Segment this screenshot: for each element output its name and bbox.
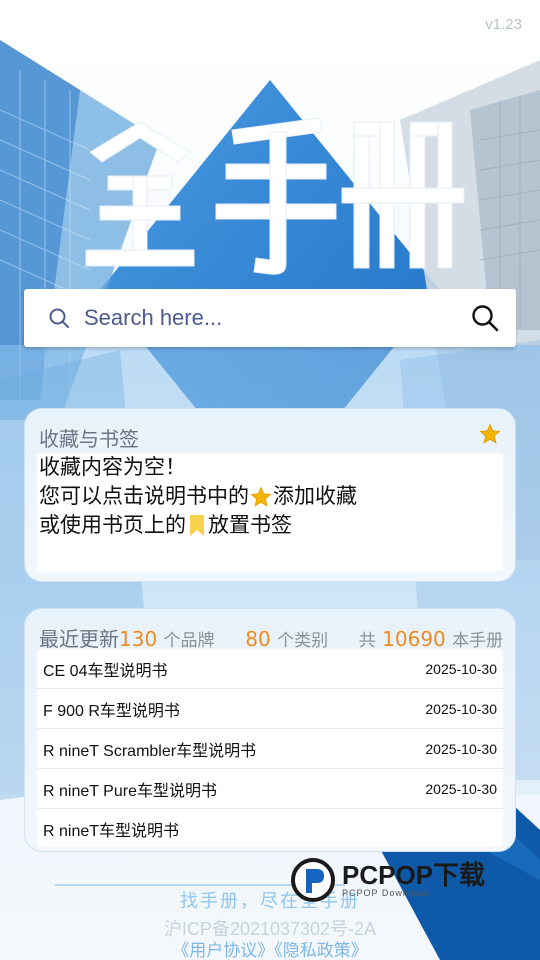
star-icon[interactable]: [479, 423, 501, 445]
favorites-line-3: 或使用书页上的 放置书签: [39, 511, 357, 540]
favorites-line-3-after: 放置书签: [208, 513, 292, 537]
manual-date: 2025-10-30: [425, 660, 497, 677]
star-icon: [250, 485, 272, 507]
search-bar[interactable]: Search here...: [24, 289, 516, 347]
favorites-line-1: 收藏内容为空！: [39, 455, 186, 479]
manual-count: 10690: [382, 627, 446, 651]
manual-name: R nineT车型说明书: [43, 823, 180, 840]
recent-updates-list: CE 04车型说明书 2025-10-30 F 900 R车型说明书 2025-…: [37, 649, 503, 847]
manual-name: F 900 R车型说明书: [43, 702, 180, 720]
manual-date: 2025-10-30: [425, 780, 497, 797]
manual-name: CE 04车型说明书: [43, 662, 168, 680]
search-icon: [49, 308, 69, 328]
list-item[interactable]: R nineT Scrambler车型说明书 2025-10-30: [37, 729, 503, 769]
favorites-title: 收藏与书签: [39, 427, 139, 451]
manual-name: R nineT Scrambler车型说明书: [43, 742, 257, 760]
search-button-icon[interactable]: [470, 303, 500, 333]
user-agreement-link[interactable]: 《用户协议》: [172, 941, 274, 960]
favorites-line-2-after: 添加收藏: [273, 484, 357, 508]
recent-updates-header: 最近更新130 个品牌 80 个类别 共 10690 本手册: [39, 623, 503, 652]
version-label: v1.23: [485, 16, 522, 33]
watermark: PCPOP下载 PCPOP Download: [290, 852, 530, 908]
privacy-policy-link[interactable]: 《隐私政策》: [274, 941, 368, 960]
manual-name: R nineT Pure车型说明书: [43, 782, 217, 800]
list-item[interactable]: R nineT车型说明书: [37, 809, 503, 849]
list-item[interactable]: CE 04车型说明书 2025-10-30: [37, 649, 503, 689]
manual-unit: 本手册: [452, 631, 504, 651]
recent-updates-title: 最近更新: [39, 627, 119, 651]
brand-unit: 个品牌: [163, 631, 215, 651]
search-input[interactable]: Search here...: [84, 305, 470, 331]
total-prefix: 共: [358, 631, 376, 651]
watermark-logo-icon: [291, 858, 335, 902]
brand-count: 130: [119, 627, 158, 651]
bookmark-icon: [190, 514, 204, 536]
hero-title-logo: [85, 117, 465, 275]
list-item[interactable]: F 900 R车型说明书 2025-10-30: [37, 689, 503, 729]
favorites-card: 收藏与书签 收藏内容为空！ 您可以点击说明书中的 添加收藏 或使用书页上的 放置…: [24, 408, 516, 582]
manual-date: 2025-10-30: [425, 700, 497, 717]
category-unit: 个类别: [277, 631, 329, 651]
category-count: 80: [245, 627, 271, 651]
favorites-line-3-before: 或使用书页上的: [39, 513, 186, 537]
watermark-text: PCPOP下载: [342, 860, 486, 890]
favorites-line-2: 您可以点击说明书中的 添加收藏: [39, 482, 357, 511]
favorites-empty-message: 收藏内容为空！ 您可以点击说明书中的 添加收藏 或使用书页上的 放置书签: [39, 453, 357, 540]
footer-links: 《用户协议》《隐私政策》: [0, 936, 540, 960]
manual-date: 2025-10-30: [425, 740, 497, 757]
recent-updates-card: 最近更新130 个品牌 80 个类别 共 10690 本手册 CE 04车型说明…: [24, 608, 516, 852]
list-item[interactable]: R nineT Pure车型说明书 2025-10-30: [37, 769, 503, 809]
favorites-line-2-before: 您可以点击说明书中的: [39, 484, 249, 508]
